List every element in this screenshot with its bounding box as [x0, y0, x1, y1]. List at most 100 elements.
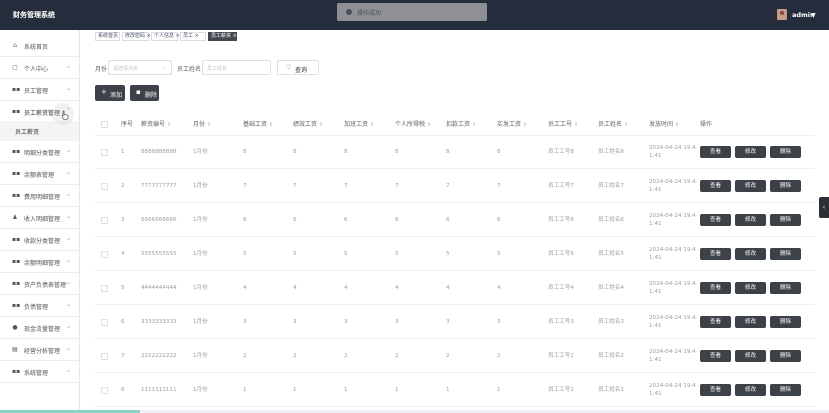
sidebar-item-employee[interactable]: ▪▪ 员工管理 ⌄	[0, 79, 79, 101]
name-input[interactable]: 员工姓名	[202, 60, 271, 75]
sidebar-item-expense[interactable]: ▪▪ 费用明细管理 ⌄	[0, 185, 79, 207]
tab-employee[interactable]: 员工 ×	[180, 32, 206, 41]
edit-button[interactable]: 修改	[735, 248, 766, 260]
query-button[interactable]: ♡ 查询	[277, 60, 319, 75]
header-time[interactable]: 发放时间 ⇕	[649, 114, 679, 135]
view-button[interactable]: 查看	[700, 214, 731, 226]
delete-button[interactable]: ▪ 删除	[130, 85, 159, 101]
row-checkbox[interactable]	[101, 353, 108, 360]
sidebar-item-home[interactable]: ⌂ 系统首页	[0, 35, 79, 57]
sidebar-item-income[interactable]: ♟ 收入明细管理 ⌄	[0, 207, 79, 229]
delete-row-button[interactable]: 删除	[770, 214, 801, 226]
cell-code: 2222222222	[141, 353, 177, 359]
header-code[interactable]: 薪资编号 ⇕	[141, 114, 171, 135]
add-button[interactable]: + 添加	[95, 85, 125, 101]
row-checkbox[interactable]	[101, 285, 108, 292]
cell-overtime: 5	[344, 251, 348, 257]
sidebar-item-balance[interactable]: ▪▪ 余额表管理 ⌄	[0, 163, 79, 185]
cell-deduct: 3	[446, 319, 450, 325]
header-emp-no[interactable]: 员工工号 ⇕	[548, 114, 578, 135]
tab-home[interactable]: 系统首页	[95, 32, 120, 41]
header-actions: 操作	[700, 114, 712, 135]
cell-index: 4	[121, 251, 125, 257]
delete-row-button[interactable]: 删除	[770, 316, 801, 328]
select-all-checkbox[interactable]	[101, 121, 108, 128]
header-label: 加班工资	[344, 121, 369, 128]
cell-emp-no: 员工工号6	[548, 217, 574, 223]
row-checkbox[interactable]	[101, 183, 108, 190]
header-overtime[interactable]: 加班工资 ⇕	[344, 114, 374, 135]
delete-row-button[interactable]: 删除	[770, 282, 801, 294]
edit-button[interactable]: 修改	[735, 214, 766, 226]
cell-code: 1111111111	[141, 387, 177, 393]
chevron-down-icon: ⌄	[66, 63, 72, 70]
tab-profile[interactable]: 个人信息 ×	[151, 32, 180, 41]
tab-change-password[interactable]: 修改密码 ×	[122, 32, 151, 41]
sidebar-item-balance-sheet[interactable]: ▪▪ 资产负债表管理 ⌄	[0, 273, 79, 295]
view-button[interactable]: 查看	[700, 282, 731, 294]
header-label: 基础工资	[243, 121, 268, 128]
chevron-left-icon[interactable]: ‹	[819, 197, 829, 218]
edit-button[interactable]: 修改	[735, 146, 766, 158]
row-checkbox[interactable]	[101, 319, 108, 326]
sidebar-item-balance-detail[interactable]: ▪▪ 余额明细管理 ⌄	[0, 251, 79, 273]
delete-row-button[interactable]: 删除	[770, 350, 801, 362]
plus-icon: +	[101, 88, 107, 96]
header-net[interactable]: 实发工资 ⇕	[497, 114, 527, 135]
sidebar-item-profile[interactable]: ▢ 个人中心 ⌄	[0, 57, 79, 79]
view-button[interactable]: 查看	[700, 180, 731, 192]
delete-row-button[interactable]: 删除	[770, 146, 801, 158]
header-perf[interactable]: 绩效工资 ⇕	[293, 114, 323, 135]
tab-salary[interactable]: 员工薪资 ×	[208, 32, 237, 41]
delete-row-button[interactable]: 删除	[770, 384, 801, 396]
header-base[interactable]: 基础工资 ⇕	[243, 114, 273, 135]
sidebar-item-label: 余额明细管理	[24, 260, 61, 267]
header-tax[interactable]: 个人所得税 ⇕	[395, 114, 431, 135]
row-checkbox[interactable]	[101, 387, 108, 394]
cell-index: 3	[121, 217, 125, 223]
sidebar-item-liability[interactable]: ▪▪ 负债管理 ⌄	[0, 295, 79, 317]
row-checkbox[interactable]	[101, 217, 108, 224]
cell-net: 8	[497, 149, 501, 155]
sidebar-item-analysis[interactable]: ▤ 经营分析管理 ⌄	[0, 339, 79, 361]
sidebar-item-receipt-category[interactable]: ▪▪ 收款分类管理 ⌄	[0, 229, 79, 251]
time-line: 1:41	[649, 323, 662, 329]
row-checkbox[interactable]	[101, 251, 108, 258]
edit-button[interactable]: 修改	[735, 282, 766, 294]
edit-button[interactable]: 修改	[735, 316, 766, 328]
cell-base: 6	[243, 217, 247, 223]
delete-row-button[interactable]: 删除	[770, 180, 801, 192]
chevron-down-icon: ⌄	[161, 65, 166, 71]
grid-icon: ▪▪	[12, 302, 21, 309]
month-select[interactable]: 请选择月份 ⌄	[108, 60, 172, 75]
delete-row-button[interactable]: 删除	[770, 248, 801, 260]
edit-button[interactable]: 修改	[735, 350, 766, 362]
view-button[interactable]: 查看	[700, 316, 731, 328]
cell-tax: 8	[395, 149, 399, 155]
view-button[interactable]: 查看	[700, 146, 731, 158]
table-row: 2 7777777777 1月份 7 7 7 7 7 7 员工工号7 员工姓名7 2024-04-24…	[95, 170, 815, 203]
cell-time: 2024-04-24 19:4 1:41	[649, 144, 696, 162]
time-line: 1:41	[649, 153, 662, 159]
avatar[interactable]	[777, 9, 787, 20]
edit-button[interactable]: 修改	[735, 180, 766, 192]
sidebar-subitem-label: 员工薪资	[15, 129, 40, 136]
tab-label: 员工薪资	[211, 33, 232, 39]
header-deduct[interactable]: 扣款工资 ⇕	[446, 114, 476, 135]
sidebar-item-system[interactable]: ▪▪ 系统管理 ⌄	[0, 361, 79, 383]
caret-down-icon[interactable]: ▼	[811, 12, 816, 19]
edit-button[interactable]: 修改	[735, 384, 766, 396]
view-button[interactable]: 查看	[700, 350, 731, 362]
header-month[interactable]: 月份 ⇕	[193, 114, 211, 135]
cell-perf: 4	[293, 285, 297, 291]
add-label: 添加	[110, 92, 123, 99]
header-emp-name[interactable]: 员工姓名 ⇕	[598, 114, 628, 135]
cell-index: 7	[121, 353, 125, 359]
sidebar-item-cashflow[interactable]: ● 现金流量管理 ⌄	[0, 317, 79, 339]
view-button[interactable]: 查看	[700, 248, 731, 260]
table-row: 4 5555555555 1月份 5 5 5 5 5 5 员工工号5 员工姓名5 2024-04-24…	[95, 238, 815, 271]
view-button[interactable]: 查看	[700, 384, 731, 396]
cell-base: 4	[243, 285, 247, 291]
sidebar-item-detail-category[interactable]: ▪▪ 明细分类管理 ⌄	[0, 141, 79, 163]
row-checkbox[interactable]	[101, 149, 108, 156]
